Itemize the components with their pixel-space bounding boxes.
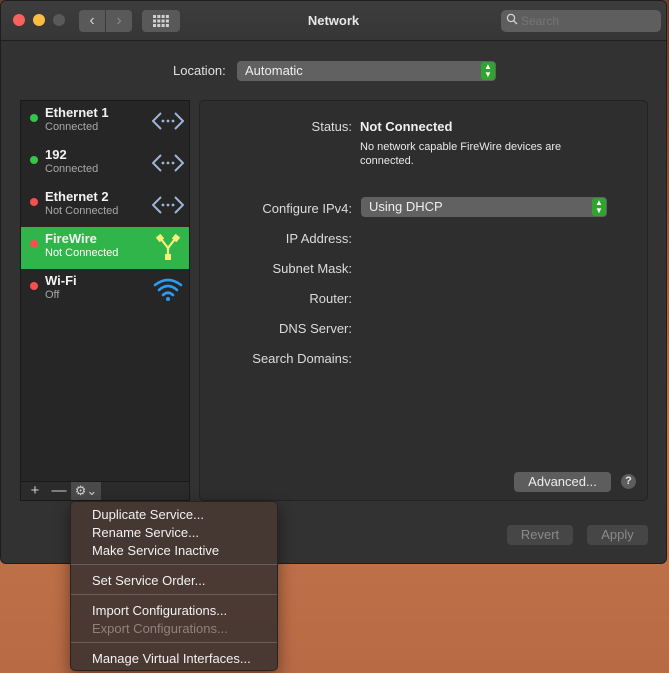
service-item-ethernet-1[interactable]: Ethernet 1 Connected [21, 101, 189, 143]
service-name: Ethernet 1 [45, 105, 109, 120]
search-icon [506, 13, 518, 28]
menu-item-export-configurations: Export Configurations... [92, 621, 228, 636]
service-status: Not Connected [45, 205, 119, 217]
popup-arrows-icon: ▲ ▼ [592, 198, 606, 216]
menu-item-duplicate-service[interactable]: Duplicate Service... [92, 507, 204, 522]
service-item-ethernet-2[interactable]: Ethernet 2 Not Connected [21, 185, 189, 227]
service-name: Wi-Fi [45, 273, 77, 288]
configure-ipv4-value: Using DHCP [369, 199, 443, 214]
status-dot [30, 156, 38, 164]
service-list: Ethernet 1 Connected 192 Connected Ether… [20, 100, 190, 482]
gear-icon[interactable]: ⚙⌄ [71, 482, 101, 500]
service-status: Off [45, 289, 60, 301]
service-actions-menu: Duplicate Service... Rename Service... M… [70, 501, 278, 671]
service-item-192[interactable]: 192 Connected [21, 143, 189, 185]
advanced-button[interactable]: Advanced... [514, 472, 611, 492]
menu-separator [71, 564, 277, 565]
configure-ipv4-label: Configure IPv4: [262, 201, 352, 216]
service-status: Connected [45, 121, 99, 133]
service-item-firewire[interactable]: FireWire Not Connected [21, 227, 189, 269]
search-input[interactable] [501, 10, 661, 32]
ip-address-label: IP Address: [285, 231, 352, 246]
status-value: Not Connected [360, 119, 453, 134]
router-label: Router: [309, 291, 352, 306]
menu-item-manage-virtual-interfaces[interactable]: Manage Virtual Interfaces... [92, 651, 251, 666]
help-button[interactable]: ? [621, 474, 636, 489]
menu-separator [71, 642, 277, 643]
service-list-toolbar: + — ⚙⌄ [20, 481, 190, 501]
subnet-mask-label: Subnet Mask: [272, 261, 353, 276]
service-status: Connected [45, 163, 99, 175]
menu-item-make-service-inactive[interactable]: Make Service Inactive [92, 543, 219, 558]
menu-item-rename-service[interactable]: Rename Service... [92, 525, 199, 540]
firewire-icon [155, 234, 181, 260]
dns-server-label: DNS Server: [279, 321, 352, 336]
location-value: Automatic [245, 63, 303, 78]
service-name: 192 [45, 147, 67, 162]
status-dot [30, 114, 38, 122]
wifi-icon [153, 278, 183, 301]
ethernet-icon [152, 112, 184, 130]
menu-separator [71, 594, 277, 595]
title-bar: ‹ › Network [1, 1, 666, 41]
status-label: Status: [311, 119, 352, 134]
popup-arrows-icon: ▲ ▼ [481, 62, 495, 80]
service-name: FireWire [45, 231, 97, 246]
add-service-button[interactable]: + [25, 482, 45, 500]
ethernet-icon [152, 154, 184, 172]
service-status: Not Connected [45, 247, 119, 259]
apply-button[interactable]: Apply [587, 525, 648, 545]
remove-service-button[interactable]: — [49, 482, 69, 500]
service-item-wi-fi[interactable]: Wi-Fi Off [21, 269, 189, 311]
network-window: ‹ › Network Location: Automatic ▲▼ Ether… [0, 0, 667, 564]
revert-button[interactable]: Revert [507, 525, 573, 545]
menu-item-import-configurations[interactable]: Import Configurations... [92, 603, 227, 618]
service-name: Ethernet 2 [45, 189, 109, 204]
status-dot [30, 282, 38, 290]
ethernet-icon [152, 196, 184, 214]
location-popup[interactable]: Automatic ▲ ▼ [237, 61, 496, 81]
status-dot [30, 240, 38, 248]
status-dot [30, 198, 38, 206]
location-label: Location: [173, 63, 226, 78]
search-domains-label: Search Domains: [252, 351, 352, 366]
configure-ipv4-popup[interactable]: Using DHCP ▲ ▼ [361, 197, 607, 217]
menu-item-set-service-order[interactable]: Set Service Order... [92, 573, 205, 588]
status-description: No network capable FireWire devices are … [360, 141, 562, 167]
